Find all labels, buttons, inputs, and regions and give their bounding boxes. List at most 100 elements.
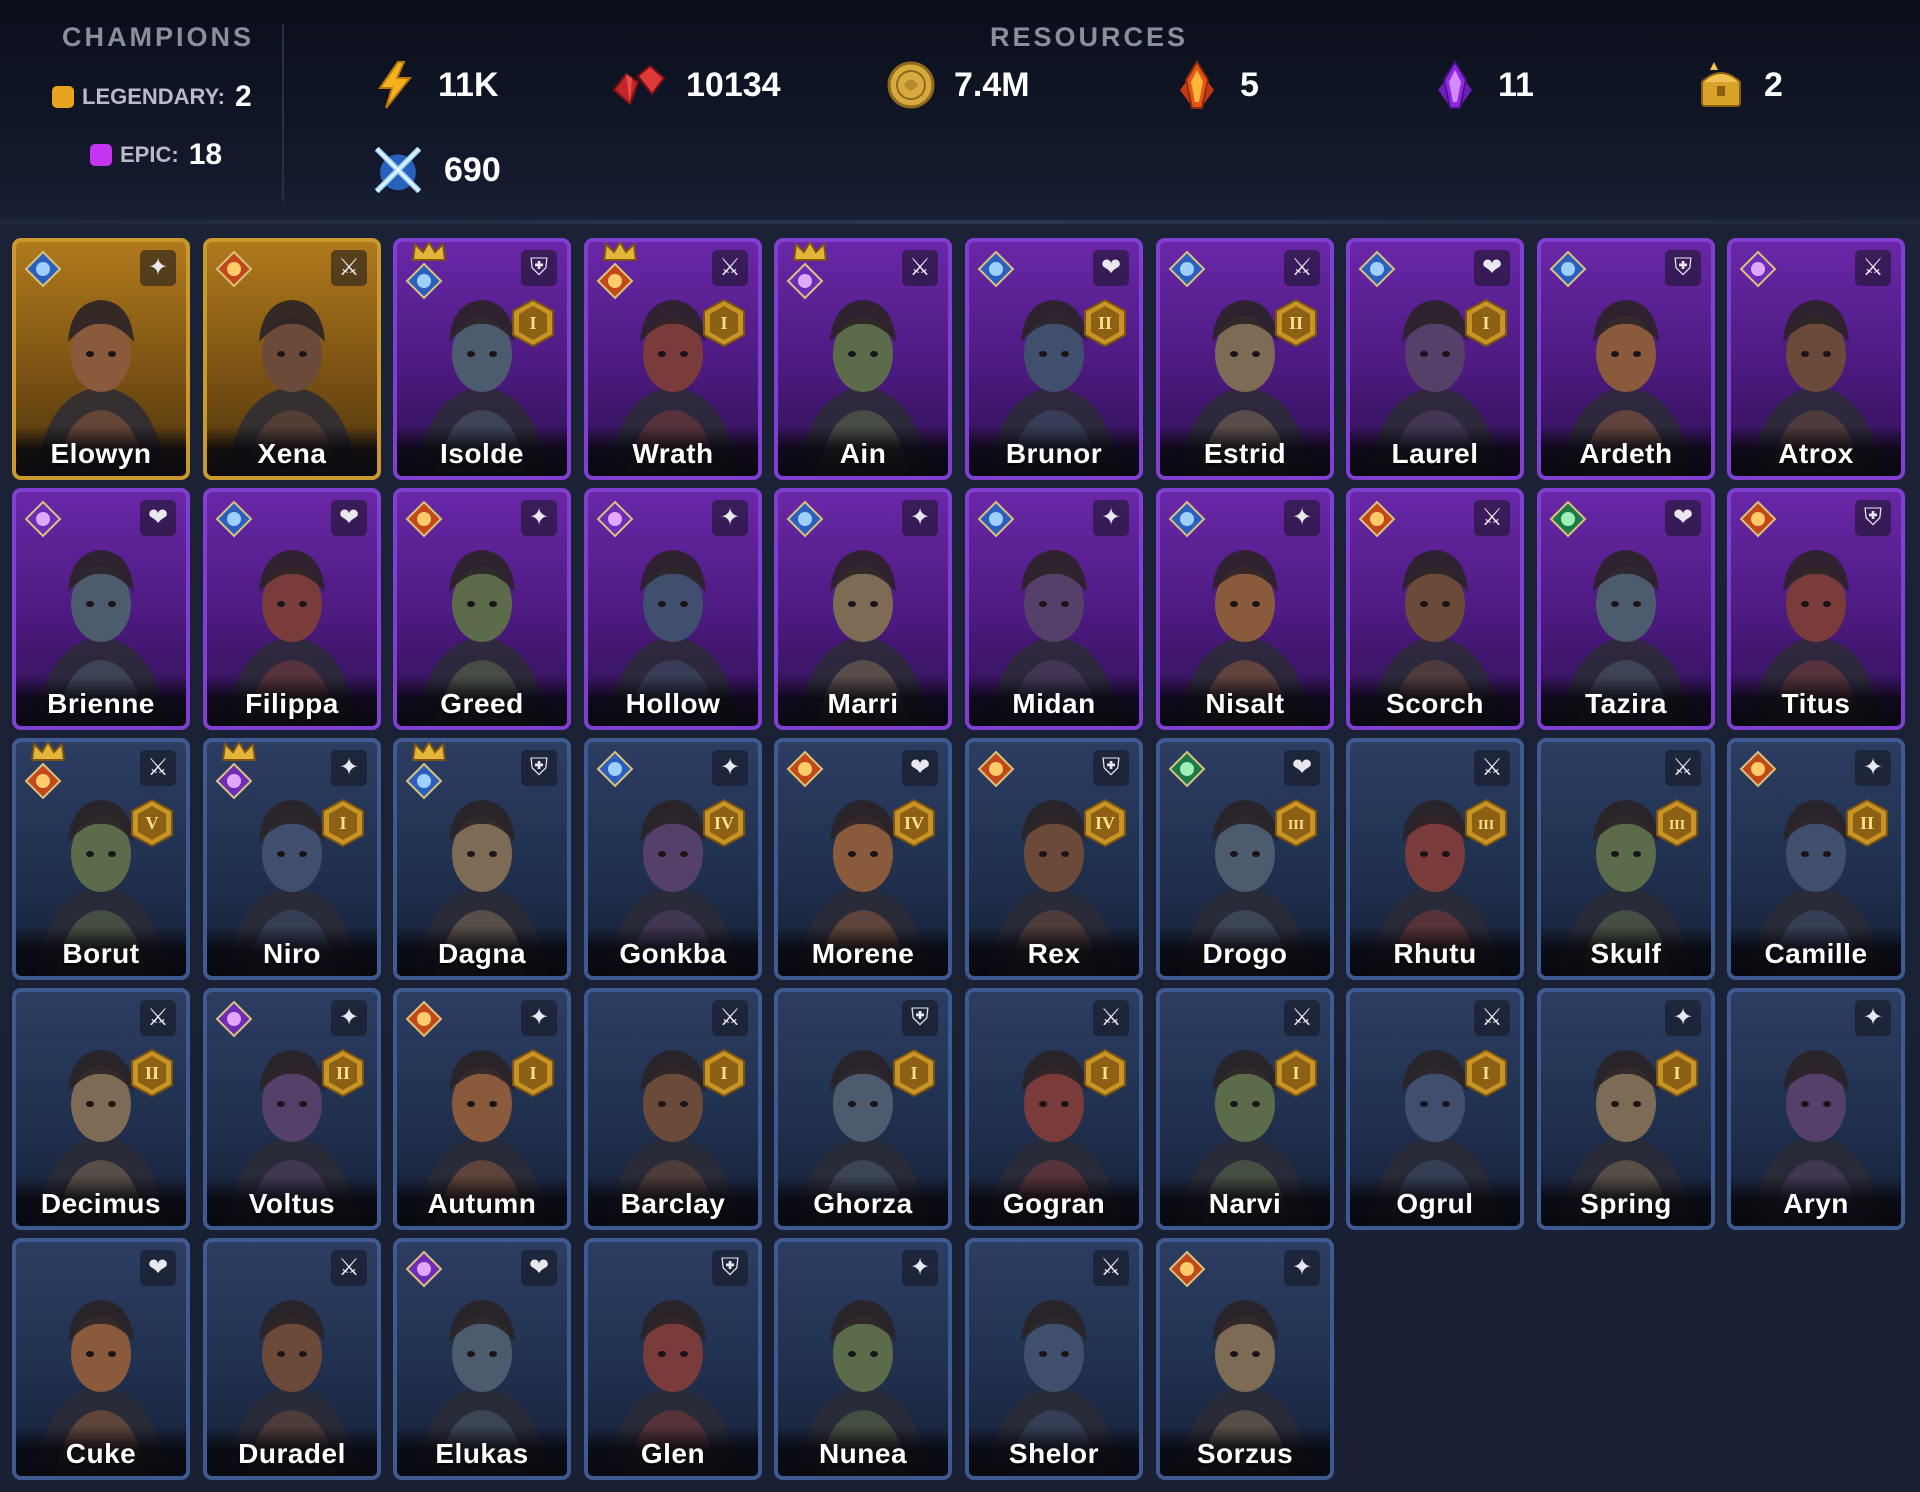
champion-card[interactable]: ❤ III Drogo	[1156, 738, 1334, 980]
rank-text: II	[336, 1063, 350, 1083]
champion-card[interactable]: ✦ II Camille	[1727, 738, 1905, 980]
defense-role-icon: ⛨	[521, 750, 557, 786]
attack-role-icon: ⚔	[331, 1250, 367, 1286]
rank-badge: III	[1275, 798, 1317, 848]
champion-card[interactable]: ⚔ II Decimus	[12, 988, 190, 1230]
champion-card[interactable]: ⚔ V Borut	[12, 738, 190, 980]
champion-card[interactable]: ✦ Marri	[774, 488, 952, 730]
magic-affinity-icon	[215, 500, 253, 538]
champion-card[interactable]: ❤ Tazira	[1537, 488, 1715, 730]
champion-card[interactable]: ⚔ Scorch	[1346, 488, 1524, 730]
champion-card[interactable]: ✦ II Voltus	[203, 988, 381, 1230]
force-affinity-icon	[1168, 1250, 1206, 1288]
magic-affinity-icon	[1549, 250, 1587, 288]
gold-chest-icon	[1701, 62, 1741, 107]
legendary-count-row: LEGENDARY: 2	[52, 80, 252, 114]
champion-name: Ghorza	[813, 1188, 913, 1219]
champion-card[interactable]: ⚔ Atrox	[1727, 238, 1905, 480]
champion-card[interactable]: ✦ I Autumn	[393, 988, 571, 1230]
champion-card[interactable]: ⚔ Ain	[774, 238, 952, 480]
support-role-icon: ✦	[1855, 1000, 1891, 1036]
rank-badge: I	[1084, 1048, 1126, 1098]
support-role-icon: ✦	[902, 500, 938, 536]
champion-card[interactable]: ⛨ I Ghorza	[774, 988, 952, 1230]
epic-count: 18	[188, 138, 223, 171]
champion-card[interactable]: ⚔ I Gogran	[965, 988, 1143, 1230]
champion-card[interactable]: ✦ I Niro	[203, 738, 381, 980]
force-affinity-icon	[977, 750, 1015, 788]
champion-card[interactable]: ⛨ I Isolde	[393, 238, 571, 480]
champion-card[interactable]: ⚔ Duradel	[203, 1238, 381, 1480]
champion-card[interactable]: ❤ Elukas	[393, 1238, 571, 1480]
champion-card[interactable]: ✦ Elowyn	[12, 238, 190, 480]
champion-card[interactable]: ⚔ Shelor	[965, 1238, 1143, 1480]
champion-name: Elowyn	[50, 438, 152, 469]
champion-card[interactable]: ⛨ Titus	[1727, 488, 1905, 730]
champion-card[interactable]: ✦ Aryn	[1727, 988, 1905, 1230]
champion-card[interactable]: ⚔ Xena	[203, 238, 381, 480]
champion-card[interactable]: ❤ II Brunor	[965, 238, 1143, 480]
champion-name: Shelor	[1008, 1438, 1100, 1469]
champion-card[interactable]: ✦ IV Gonkba	[584, 738, 762, 980]
champion-name: Elukas	[435, 1438, 529, 1469]
void-shard-value: 11	[1498, 65, 1534, 104]
rank-badge: I	[703, 298, 745, 348]
attack-role-icon: ⚔	[1855, 250, 1891, 286]
champion-name: Narvi	[1208, 1188, 1282, 1219]
champion-card[interactable]: ⚔ I Wrath	[584, 238, 762, 480]
champion-card[interactable]: ✦ Nisalt	[1156, 488, 1334, 730]
champion-card[interactable]: ⛨ Ardeth	[1537, 238, 1715, 480]
champion-card[interactable]: ⚔ I Ogrul	[1346, 988, 1524, 1230]
rank-text: I	[1673, 1063, 1680, 1083]
legendary-dot-icon	[52, 86, 74, 108]
champion-card[interactable]: ❤ Cuke	[12, 1238, 190, 1480]
force-affinity-icon	[1358, 500, 1396, 538]
crown-icon	[411, 742, 447, 761]
champion-grid: ✦ Elowyn ⚔ Xena ⛨ I Isolde ⚔ I Wrath ⚔ Ain ❤ II Brunor…	[0, 224, 1920, 1492]
champion-card[interactable]: ⛨ IV Rex	[965, 738, 1143, 980]
champion-card[interactable]: ❤ IV Morene	[774, 738, 952, 980]
champion-card[interactable]: ✦ Greed	[393, 488, 571, 730]
void-affinity-icon	[215, 1000, 253, 1038]
attack-role-icon: ⚔	[712, 250, 748, 286]
rank-text: III	[1669, 818, 1685, 833]
magic-affinity-icon	[786, 500, 824, 538]
champion-card[interactable]: ⚔ III Skulf	[1537, 738, 1715, 980]
champion-card[interactable]: ✦ Hollow	[584, 488, 762, 730]
champion-name: Barclay	[620, 1188, 726, 1219]
champion-name: Estrid	[1203, 438, 1287, 469]
champion-name: Filippa	[245, 688, 339, 719]
champion-name: Cuke	[65, 1438, 137, 1469]
champion-name: Hollow	[625, 688, 721, 719]
champion-name: Scorch	[1386, 688, 1484, 719]
defense-role-icon: ⛨	[902, 1000, 938, 1036]
force-affinity-icon	[215, 250, 253, 288]
champion-card[interactable]: ⚔ I Barclay	[584, 988, 762, 1230]
champion-card[interactable]: ❤ Brienne	[12, 488, 190, 730]
silver-value: 7.4M	[954, 65, 1030, 104]
arena-token-resource: 690	[370, 142, 501, 198]
champion-card[interactable]: ✦ Midan	[965, 488, 1143, 730]
champion-card[interactable]: ✦ I Spring	[1537, 988, 1715, 1230]
champion-card[interactable]: ✦ Sorzus	[1156, 1238, 1334, 1480]
champion-name: Sorzus	[1196, 1438, 1294, 1469]
champion-card[interactable]: ✦ Nunea	[774, 1238, 952, 1480]
champion-card[interactable]: ⚔ I Narvi	[1156, 988, 1334, 1230]
champion-name: Xena	[257, 438, 327, 469]
champion-card[interactable]: ⛨ Glen	[584, 1238, 762, 1480]
attack-role-icon: ⚔	[1284, 250, 1320, 286]
crown-icon	[792, 242, 828, 261]
champion-card[interactable]: ❤ Filippa	[203, 488, 381, 730]
support-role-icon: ✦	[1855, 750, 1891, 786]
hp-role-icon: ❤	[521, 1250, 557, 1286]
champion-name: Marri	[827, 688, 899, 719]
champion-card[interactable]: ⚔ III Rhutu	[1346, 738, 1524, 980]
force-affinity-icon	[1739, 500, 1777, 538]
magic-affinity-icon	[977, 500, 1015, 538]
champion-card[interactable]: ⛨ Dagna	[393, 738, 571, 980]
rank-text: I	[339, 813, 346, 833]
champion-card[interactable]: ❤ I Laurel	[1346, 238, 1524, 480]
champion-card[interactable]: ⚔ II Estrid	[1156, 238, 1334, 480]
attack-role-icon: ⚔	[140, 1000, 176, 1036]
fire-shard-value: 5	[1240, 65, 1259, 104]
